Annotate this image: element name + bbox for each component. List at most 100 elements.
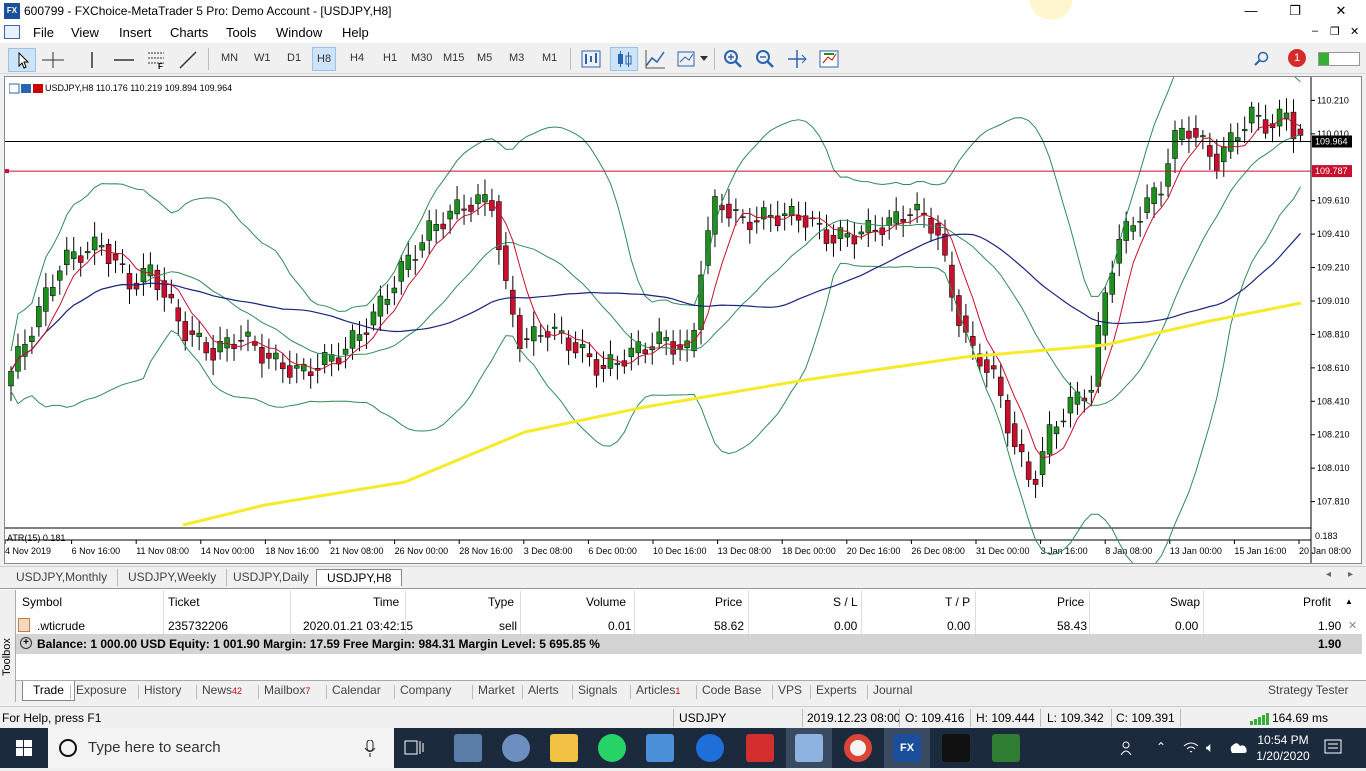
col-price[interactable]: Price [715,595,742,609]
start-button[interactable] [0,728,48,768]
minimize-button[interactable]: — [1228,0,1274,22]
table-row[interactable]: .wticrude 235732206 2020.01.21 03:42:15 … [16,615,1362,635]
tab-usdjpy-weekly[interactable]: USDJPY,Weekly [118,569,228,586]
col-volume[interactable]: Volume [586,595,626,609]
timeframe-m1[interactable]: M1 [542,52,557,64]
cursor-tool-button[interactable] [8,48,36,72]
menu-charts[interactable]: Charts [170,25,208,40]
horizontal-line-icon[interactable] [114,52,134,68]
sort-up-icon[interactable]: ▲ [1345,597,1353,606]
clock-time[interactable]: 10:54 PM [1256,733,1310,747]
mdi-restore-button[interactable]: ❐ [1330,25,1340,38]
chevron-down-icon[interactable] [700,56,708,62]
terminal-tab-journal[interactable]: Journal [873,683,912,697]
terminal-tab-trade[interactable]: Trade [22,681,75,701]
photos-app-icon[interactable] [454,734,482,762]
chart-shift-icon[interactable] [786,48,808,70]
cloud-icon[interactable] [1228,740,1248,756]
col-symbol[interactable]: Symbol [22,595,62,609]
tab-usdjpy-monthly[interactable]: USDJPY,Monthly [6,569,119,586]
network-app-icon[interactable] [646,734,674,762]
mdi-minimize-button[interactable]: – [1312,25,1318,37]
terminal-tab-signals[interactable]: Signals [578,683,617,697]
strategy-tester-tab[interactable]: Strategy Tester [1268,683,1348,697]
timeframe-m30[interactable]: M30 [411,52,432,64]
close-button[interactable]: ✕ [1318,0,1364,22]
candlestick-chart-button[interactable] [610,47,638,71]
ic-markets-icon[interactable] [942,734,970,762]
close-order-icon[interactable]: ✕ [1348,619,1357,632]
col-ticket[interactable]: Ticket [168,595,200,609]
task-view-icon[interactable] [404,738,426,758]
menu-window[interactable]: Window [276,25,322,40]
expand-icon[interactable]: + [20,637,32,649]
timeframe-w1[interactable]: W1 [254,52,271,64]
price-chart[interactable]: 110.210110.010109.610109.410109.210109.0… [5,77,1361,563]
menu-insert[interactable]: Insert [119,25,152,40]
mdi-close-button[interactable]: ✕ [1350,25,1359,38]
search-icon[interactable] [1254,51,1270,67]
maximize-button[interactable]: ❐ [1272,0,1318,22]
terminal-tab-vps[interactable]: VPS [778,683,802,697]
tab-usdjpy-daily[interactable]: USDJPY,Daily [223,569,320,586]
terminal-tab-code-base[interactable]: Code Base [702,683,761,697]
col-swap[interactable]: Swap [1170,595,1200,609]
toolbox-label[interactable]: Toolbox [1,616,13,676]
menu-file[interactable]: File [33,25,54,40]
volume-icon[interactable]: 🔈︎ [1206,739,1214,756]
terminal-tab-news[interactable]: News42 [202,683,242,697]
tab-usdjpy-h8[interactable]: USDJPY,H8 [316,569,403,586]
vertical-line-icon[interactable] [84,52,100,68]
media-app-icon[interactable] [746,734,774,762]
taskbar-search[interactable]: Type here to search [48,728,394,768]
terminal-tab-alerts[interactable]: Alerts [528,683,559,697]
fibonacci-icon[interactable]: F [146,50,166,70]
timeframe-h8[interactable]: H8 [312,47,337,71]
tab-scroll-left-icon[interactable]: ◂ [1326,569,1331,580]
active-app-highlight[interactable] [786,728,832,768]
timeframe-m15[interactable]: M15 [443,52,464,64]
terminal-tab-calendar[interactable]: Calendar [332,683,381,697]
notification-badge[interactable]: 1 [1288,49,1306,67]
timeframe-h4[interactable]: H4 [350,52,364,64]
col-current-price[interactable]: Price [1057,595,1084,609]
timeframe-h1[interactable]: H1 [383,52,397,64]
tray-chevron-icon[interactable]: ⌃ [1156,740,1166,754]
bar-chart-icon[interactable] [580,48,602,70]
paint-app-icon[interactable] [502,734,530,762]
timeframe-m3[interactable]: M3 [509,52,524,64]
col-tp[interactable]: T / P [945,595,970,609]
menu-tools[interactable]: Tools [226,25,256,40]
metatrader-taskbar-item[interactable]: FX [884,728,930,768]
zoom-in-icon[interactable] [722,48,744,70]
terminal-tab-exposure[interactable]: Exposure [76,683,127,697]
chrome-icon[interactable] [844,734,872,762]
col-type[interactable]: Type [488,595,514,609]
people-icon[interactable] [1120,740,1136,756]
whatsapp-icon[interactable] [598,734,626,762]
terminal-tab-history[interactable]: History [144,683,181,697]
terminal-tab-experts[interactable]: Experts [816,683,857,697]
toolbox-sidebar[interactable]: Toolbox [0,590,16,702]
timeframe-m5[interactable]: M5 [477,52,492,64]
chart-window[interactable]: USDJPY,H8 110.176 110.219 109.894 109.96… [4,76,1362,564]
line-chart-icon[interactable] [644,48,666,70]
col-profit[interactable]: Profit [1303,595,1331,609]
col-sl[interactable]: S / L [833,595,858,609]
timeframe-d1[interactable]: D1 [287,52,301,64]
clock-date[interactable]: 1/20/2020 [1254,749,1312,763]
zoom-out-icon[interactable] [754,48,776,70]
menu-view[interactable]: View [71,25,99,40]
terminal-tab-mailbox[interactable]: Mailbox7 [264,683,310,697]
menu-help[interactable]: Help [342,25,369,40]
crosshair-icon[interactable] [42,52,64,68]
terminal-tab-company[interactable]: Company [400,683,451,697]
microphone-icon[interactable] [364,740,376,758]
timeframe-mn[interactable]: MN [221,52,238,64]
col-time[interactable]: Time [373,595,399,609]
trendline-icon[interactable] [178,50,198,70]
tab-scroll-right-icon[interactable]: ▸ [1348,569,1353,580]
metatrader-icon[interactable] [992,734,1020,762]
internet-explorer-icon[interactable] [696,734,724,762]
file-explorer-icon[interactable] [550,734,578,762]
